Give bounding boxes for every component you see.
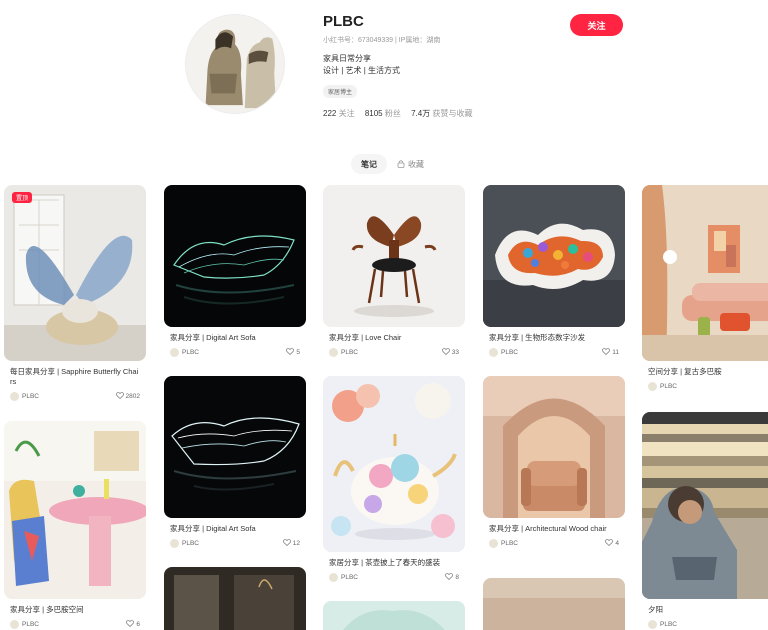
bio-line-2: 设计 | 艺术 | 生活方式 [323, 66, 401, 75]
profile-meta: 小红书号：673049339 | IP属地：湖南 [323, 37, 441, 44]
note-title[interactable]: 家居分享 | 茶壶披上了春天的盛装 [323, 558, 465, 568]
note-card[interactable]: 置顶 每日家具分享 | Sapphire Butterfly Chairs PL… [4, 185, 146, 401]
avatar-icon [489, 539, 498, 548]
note-cover[interactable] [323, 601, 465, 630]
note-card[interactable]: 家具分享 | Digital Art Sofa PLBC 5 [164, 185, 306, 357]
note-cover[interactable] [483, 578, 625, 630]
note-cover[interactable] [323, 185, 465, 327]
heart-icon[interactable] [602, 348, 611, 357]
profile-avatar[interactable] [185, 14, 285, 114]
profile-bio: 家具日常分享 设计 | 艺术 | 生活方式 [323, 53, 400, 77]
note-title[interactable]: 家具分享 | Love Chair [323, 333, 465, 343]
following-count[interactable]: 222 [323, 109, 336, 118]
profile-tag: 家居博主 [323, 85, 358, 98]
note-author[interactable]: PLBC [22, 621, 39, 628]
tab-collect-label: 收藏 [408, 159, 424, 169]
note-card[interactable] [483, 578, 625, 630]
tab-notes[interactable]: 笔记 [351, 154, 387, 174]
note-cover[interactable] [164, 567, 306, 630]
heart-icon[interactable] [441, 348, 450, 357]
note-author[interactable]: PLBC [501, 540, 518, 547]
note-likes: 11 [612, 349, 619, 356]
note-title[interactable]: 空间分享 | 复古多巴胺 [642, 367, 768, 377]
note-card[interactable]: 家具分享 | 生物形态数字沙发 PLBC 11 [483, 185, 625, 357]
avatar-icon [329, 573, 338, 582]
profile-name: PLBC [323, 13, 364, 30]
note-card[interactable]: 家居分享 | 茶壶披上了春天的盛装 PLBC 8 [323, 376, 465, 582]
note-author[interactable]: PLBC [660, 383, 677, 390]
avatar-icon [10, 620, 19, 629]
note-author[interactable]: PLBC [501, 349, 518, 356]
note-card[interactable]: 夕阳 PLBC [642, 412, 768, 629]
avatar-icon [329, 348, 338, 357]
note-card[interactable] [323, 601, 465, 630]
note-title[interactable]: 家具分享 | Digital Art Sofa [164, 333, 306, 343]
avatar-icon [648, 620, 657, 629]
note-likes: 33 [451, 349, 459, 356]
likes-count: 7.4万 [411, 109, 431, 118]
heart-icon[interactable] [115, 392, 124, 401]
note-likes: 6 [136, 621, 140, 628]
note-title[interactable]: 每日家具分享 | Sapphire Butterfly Chairs [4, 367, 146, 387]
followers-label[interactable]: 粉丝 [385, 109, 401, 118]
note-likes: 5 [296, 349, 300, 356]
note-author[interactable]: PLBC [182, 540, 199, 547]
note-author[interactable]: PLBC [341, 574, 358, 581]
avatar-icon [170, 348, 179, 357]
note-title[interactable]: 夕阳 [642, 605, 768, 615]
note-card[interactable]: 家具分享 | Digital Art Sofa PLBC 12 [164, 376, 306, 548]
note-cover[interactable] [483, 185, 625, 327]
avatar-icon [170, 539, 179, 548]
note-cover[interactable] [323, 376, 465, 552]
note-card[interactable] [164, 567, 306, 630]
note-title[interactable]: 家具分享 | 生物形态数字沙发 [483, 333, 625, 343]
note-title[interactable]: 家具分享 | Architectural Wood chair [483, 524, 625, 534]
note-likes: 2802 [125, 393, 140, 400]
note-cover[interactable] [4, 421, 146, 599]
avatar-icon [10, 392, 19, 401]
note-cover[interactable] [164, 376, 306, 518]
followers-count[interactable]: 8105 [365, 109, 383, 118]
lock-icon [397, 159, 405, 170]
heart-icon[interactable] [445, 573, 454, 582]
note-author[interactable]: PLBC [22, 393, 39, 400]
profile-stats: 222 关注 8105 粉丝 7.4万 获赞与收藏 [323, 108, 480, 119]
following-label[interactable]: 关注 [339, 109, 355, 118]
heart-icon[interactable] [286, 348, 295, 357]
note-title[interactable]: 家具分享 | 多巴胺空间 [4, 605, 146, 615]
likes-label: 获赞与收藏 [432, 109, 473, 118]
note-cover[interactable] [642, 412, 768, 599]
avatar-icon [648, 382, 657, 391]
note-card[interactable]: 家具分享 | Architectural Wood chair PLBC 4 [483, 376, 625, 548]
note-card[interactable]: 空间分享 | 复古多巴胺 PLBC [642, 185, 768, 391]
note-author[interactable]: PLBC [182, 349, 199, 356]
note-cover[interactable] [164, 185, 306, 327]
note-likes: 4 [615, 540, 619, 547]
heart-icon[interactable] [282, 539, 291, 548]
note-author[interactable]: PLBC [341, 349, 358, 356]
heart-icon[interactable] [605, 539, 614, 548]
bio-line-1: 家具日常分享 [323, 54, 371, 63]
pinned-badge: 置顶 [12, 192, 33, 203]
note-cover[interactable]: 置顶 [4, 185, 146, 361]
tab-collect[interactable]: 收藏 [397, 154, 424, 174]
avatar-icon [489, 348, 498, 357]
note-cover[interactable] [642, 185, 768, 361]
follow-button[interactable]: 关注 [570, 14, 623, 36]
note-likes: 8 [455, 574, 459, 581]
note-cover[interactable] [483, 376, 625, 518]
heart-icon[interactable] [126, 620, 135, 629]
note-likes: 12 [292, 540, 300, 547]
note-card[interactable]: 家具分享 | Love Chair PLBC 33 [323, 185, 465, 357]
note-title[interactable]: 家具分享 | Digital Art Sofa [164, 524, 306, 534]
note-card[interactable]: 家具分享 | 多巴胺空间 PLBC 6 [4, 421, 146, 629]
note-author[interactable]: PLBC [660, 621, 677, 628]
